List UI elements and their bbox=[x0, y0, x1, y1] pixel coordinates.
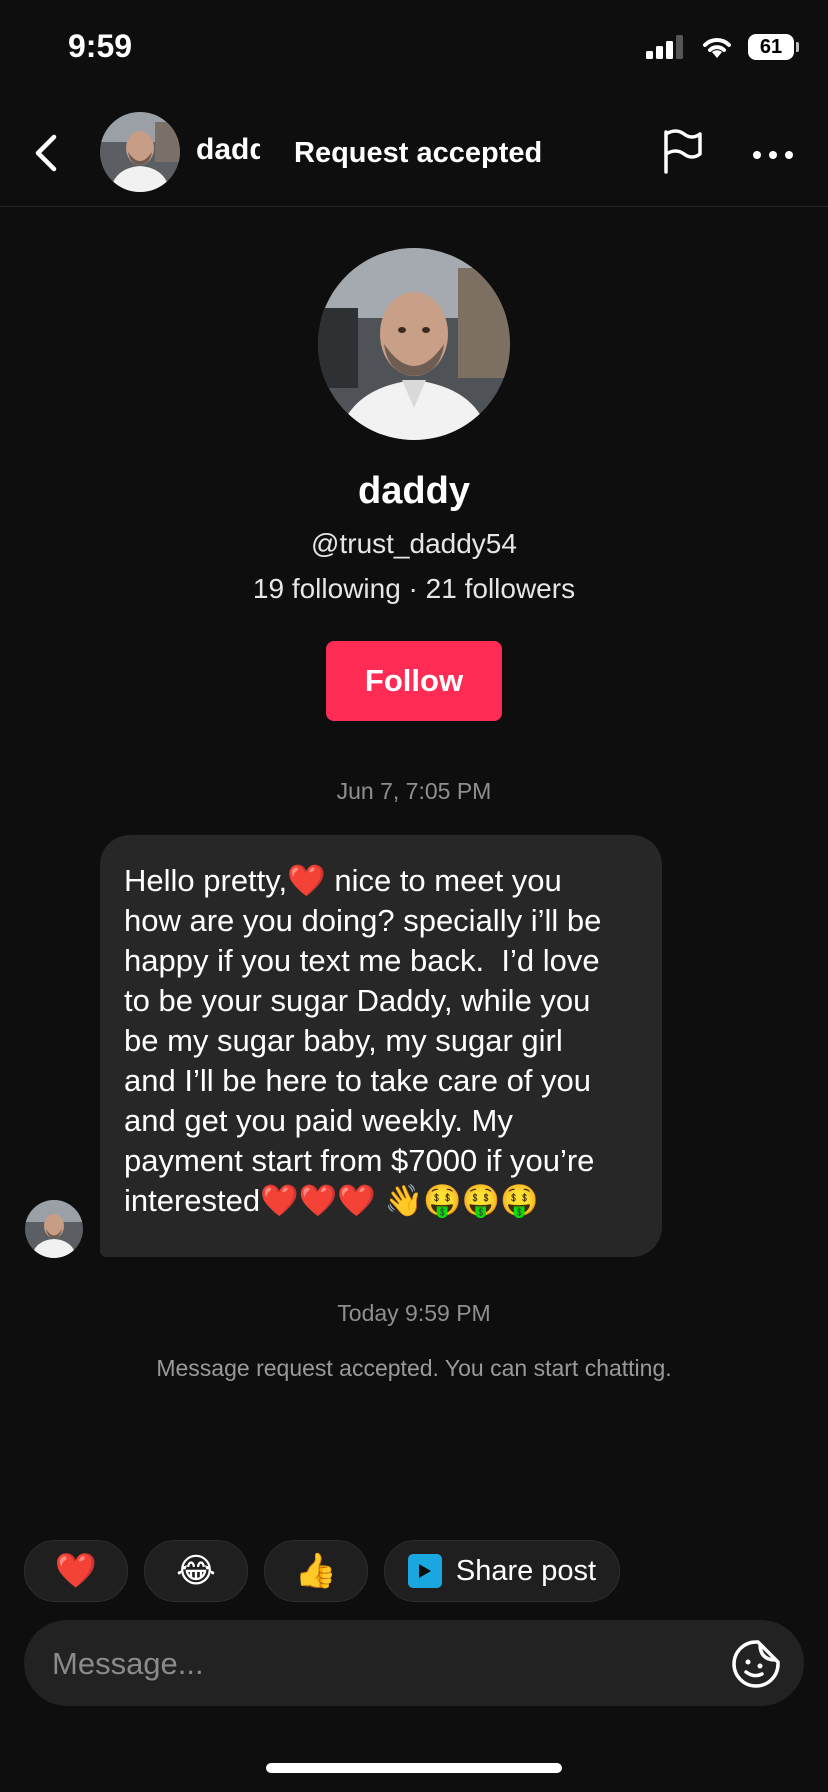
wifi-icon bbox=[703, 38, 731, 58]
more-options-button[interactable] bbox=[748, 130, 798, 180]
share-post-button[interactable]: Share post bbox=[384, 1540, 620, 1602]
share-post-label: Share post bbox=[455, 1554, 597, 1587]
status-bar-icons: 61 bbox=[646, 34, 799, 60]
message-text-body: nice to meet you how are you doing? spec… bbox=[124, 863, 602, 1218]
chevron-left-icon bbox=[35, 134, 57, 172]
back-button[interactable] bbox=[26, 128, 66, 178]
follow-button[interactable]: Follow bbox=[326, 641, 502, 721]
message-text: Hello pretty,❤️ nice to meet you how are… bbox=[124, 861, 638, 1221]
request-accepted-toast: Request accepted bbox=[260, 118, 577, 188]
profile-handle: @trust_daddy54 bbox=[311, 528, 517, 559]
sticker-icon bbox=[732, 1640, 780, 1688]
today-timestamp: Today 9:59 PM bbox=[337, 1300, 491, 1326]
battery-indicator: 61 bbox=[748, 34, 799, 60]
cellular-signal-icon bbox=[646, 35, 683, 59]
profile-avatar[interactable] bbox=[318, 248, 510, 440]
header-avatar[interactable] bbox=[100, 112, 180, 192]
avatar-image bbox=[100, 112, 180, 192]
message-composer bbox=[24, 1620, 804, 1708]
quick-reply-heart[interactable]: ❤️ bbox=[24, 1540, 128, 1602]
message-timestamp: Jun 7, 7:05 PM bbox=[336, 778, 492, 804]
share-post-icon bbox=[407, 1554, 442, 1588]
heart-emoji: ❤️ bbox=[287, 863, 326, 898]
sender-avatar-image bbox=[25, 1200, 83, 1258]
report-button[interactable] bbox=[660, 128, 710, 178]
message-input[interactable] bbox=[50, 1620, 714, 1708]
laughing-emoji-icon: 😂 bbox=[176, 1552, 216, 1590]
sender-avatar[interactable] bbox=[25, 1200, 83, 1258]
incoming-message-bubble[interactable]: Hello pretty,❤️ nice to meet you how are… bbox=[100, 835, 662, 1257]
sticker-button[interactable] bbox=[730, 1638, 782, 1690]
quick-reply-laugh[interactable]: 😂 bbox=[144, 1540, 248, 1602]
chat-header: daddy Request accepted bbox=[0, 100, 828, 207]
profile-display-name: daddy bbox=[358, 470, 470, 512]
profile-follow-stats: 19 following · 21 followers bbox=[252, 573, 576, 604]
hearts-emoji: ❤️❤️❤️ bbox=[260, 1183, 376, 1218]
profile-avatar-image bbox=[318, 248, 510, 440]
message-text-start: Hello pretty, bbox=[124, 863, 288, 898]
home-indicator[interactable] bbox=[266, 1763, 562, 1773]
system-message: Message request accepted. You can start … bbox=[156, 1355, 672, 1381]
more-dots-icon bbox=[753, 151, 793, 159]
flag-icon bbox=[664, 129, 702, 174]
status-bar-time: 9:59 bbox=[68, 28, 133, 64]
quick-reply-thumbs-up[interactable]: 👍 bbox=[264, 1540, 368, 1602]
header-username[interactable]: daddy bbox=[196, 133, 260, 167]
thumbs-up-emoji-icon: 👍 bbox=[294, 1552, 338, 1590]
trailing-emoji: 👋🤑🤑🤑 bbox=[375, 1183, 539, 1218]
heart-emoji-icon: ❤️ bbox=[54, 1552, 98, 1590]
